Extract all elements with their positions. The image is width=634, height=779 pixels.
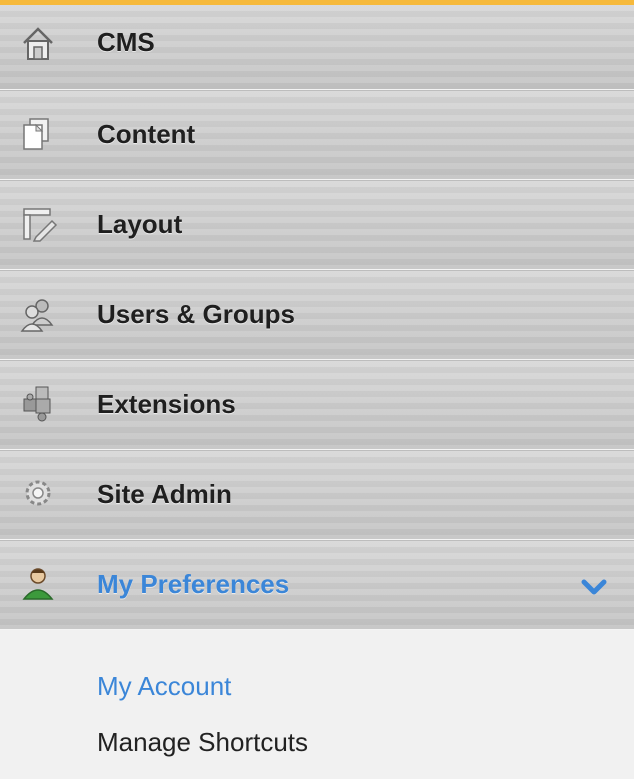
- nav-item-site-admin[interactable]: Site Admin: [0, 450, 634, 540]
- puzzle-icon: [18, 383, 58, 423]
- nav-item-label: Users & Groups: [97, 299, 295, 329]
- user-icon: [18, 563, 58, 603]
- nav-item-label: Layout: [97, 209, 183, 239]
- nav-item-layout[interactable]: Layout: [0, 180, 634, 270]
- nav-item-cms[interactable]: CMS: [0, 5, 634, 90]
- nav-item-my-preferences[interactable]: My Preferences: [0, 540, 634, 630]
- nav-item-extensions[interactable]: Extensions: [0, 360, 634, 450]
- nav-item-label: Extensions: [97, 389, 236, 419]
- house-icon: [18, 23, 58, 63]
- submenu-item-manage-shortcuts[interactable]: Manage Shortcuts: [97, 714, 634, 770]
- nav-item-label: CMS: [97, 27, 155, 57]
- nav-item-label: My Preferences: [97, 569, 290, 599]
- nav-item-users-groups[interactable]: Users & Groups: [0, 270, 634, 360]
- gear-icon: [18, 473, 58, 513]
- nav-item-label: Content: [97, 119, 196, 149]
- users-icon: [18, 293, 58, 333]
- preferences-submenu: My Account Manage Shortcuts: [0, 630, 634, 770]
- layout-icon: [18, 203, 58, 243]
- nav-item-label: Site Admin: [97, 479, 232, 509]
- chevron-down-icon[interactable]: [580, 577, 608, 597]
- submenu-item-my-account[interactable]: My Account: [97, 658, 634, 714]
- documents-icon: [18, 113, 58, 153]
- sidebar-nav: CMS Content Layout Users & Groups Extens…: [0, 5, 634, 770]
- nav-item-content[interactable]: Content: [0, 90, 634, 180]
